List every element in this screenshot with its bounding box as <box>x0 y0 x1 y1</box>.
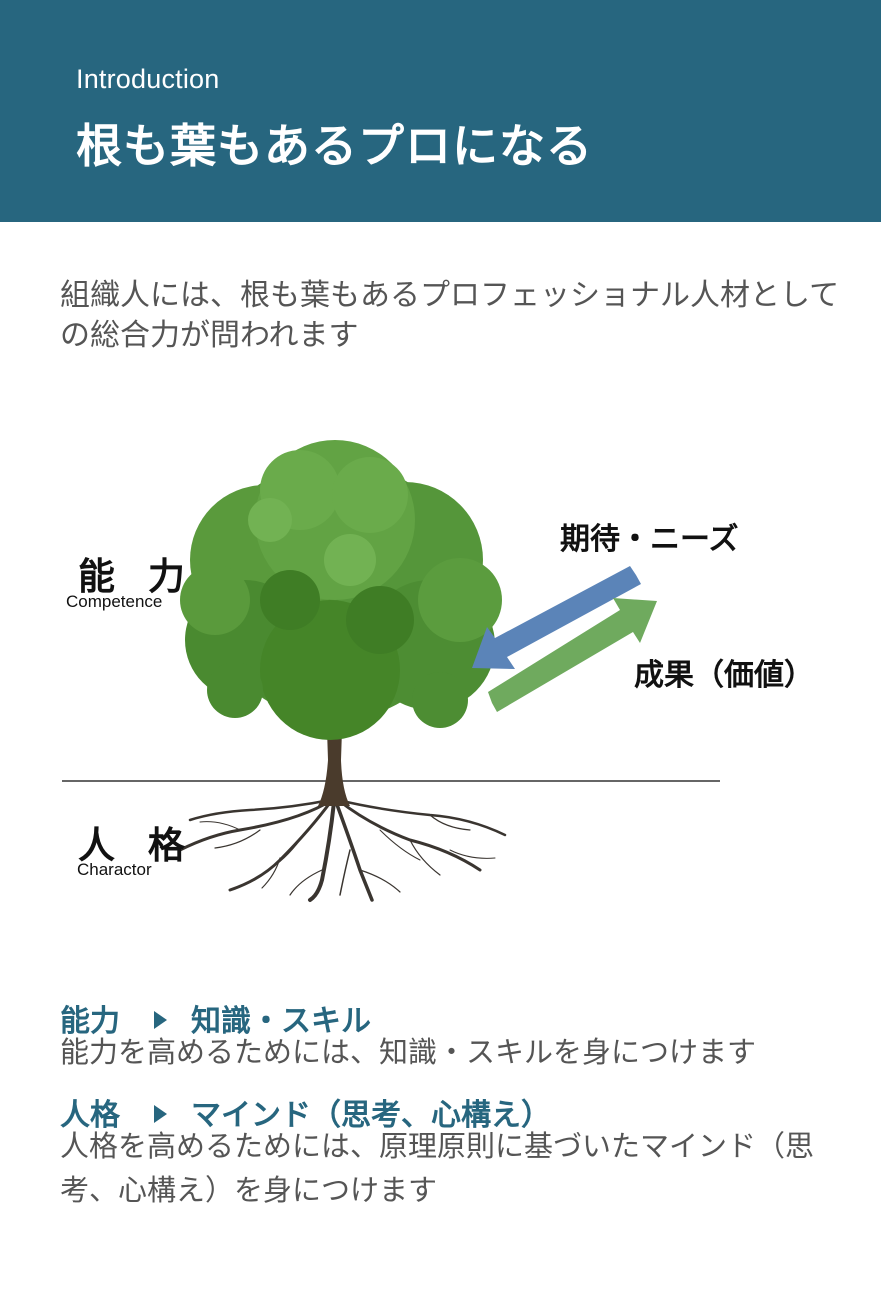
play-triangle-icon <box>154 1010 167 1029</box>
result-label: 成果（価値） <box>634 658 814 693</box>
competence-en-label: Competence <box>66 592 163 611</box>
expectation-label: 期待・ニーズ <box>560 522 739 557</box>
section-character-body: 人格を高めるためには、原理原則に基づいたマインド（思考、心構え）を身につけます <box>60 1129 815 1207</box>
tree-foliage <box>180 440 502 740</box>
character-en-label: Charactor <box>77 860 152 879</box>
section-competence-body: 能力を高めるためには、知識・スキルを身につけます <box>60 1035 757 1069</box>
play-triangle-icon <box>154 1104 167 1123</box>
tree-roots <box>178 798 507 902</box>
